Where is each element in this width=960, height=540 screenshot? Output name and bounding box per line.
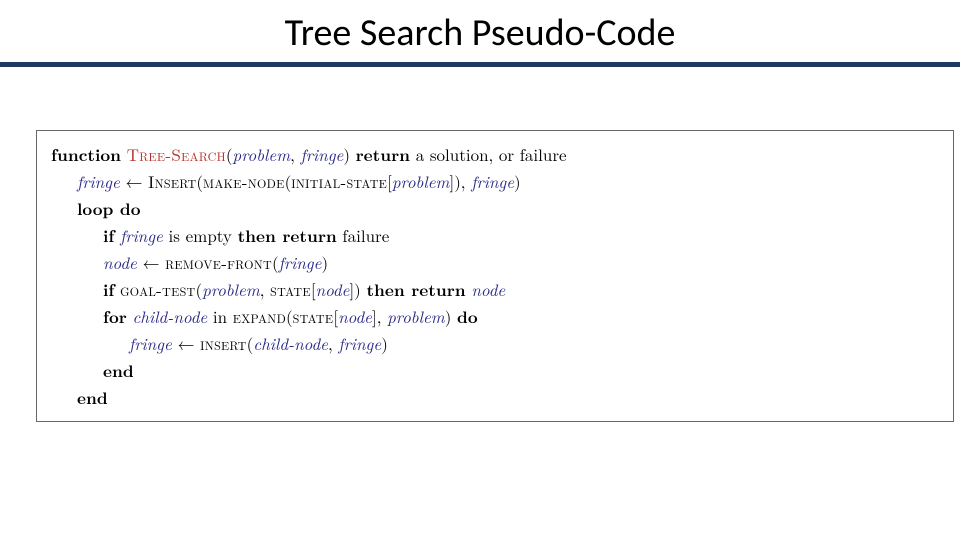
arrow: ← <box>137 250 165 274</box>
text: is empty <box>163 223 238 247</box>
keyword-end: end <box>103 359 134 383</box>
var: fringe <box>279 250 322 274</box>
text: in <box>207 304 233 328</box>
paren: ( <box>286 304 293 328</box>
paren: ) <box>514 169 521 193</box>
code-line: if goal-test(problem, state[node]) then … <box>51 276 939 303</box>
comma: , <box>290 142 300 166</box>
smallcaps: remove-front <box>165 250 272 274</box>
smallcaps: state <box>293 304 334 328</box>
var: node <box>471 277 505 301</box>
code-line: loop do <box>51 195 939 222</box>
keyword-loop: loop do <box>77 197 141 221</box>
paren: ) <box>445 304 457 328</box>
comma: , <box>328 331 338 355</box>
pseudocode-box: function Tree-Search(problem, fringe) re… <box>36 130 954 422</box>
paren: ( <box>226 142 233 166</box>
slide-title: Tree Search Pseudo-Code <box>0 0 960 56</box>
code-line: if fringe is empty then return failure <box>51 222 939 249</box>
comma: , <box>260 277 270 301</box>
var: fringe <box>120 223 163 247</box>
code-line: fringe ← insert(child-node, fringe) <box>51 330 939 356</box>
code-line: end <box>51 384 939 411</box>
var: problem <box>202 277 260 301</box>
code-line: node ← remove-front(fringe) <box>51 249 939 275</box>
text: failure <box>337 223 389 247</box>
paren: ) <box>321 250 328 274</box>
var: fringe <box>77 169 120 193</box>
keyword-function: function <box>51 143 121 167</box>
smallcaps: insert <box>200 331 246 355</box>
keyword-for: for <box>103 305 127 329</box>
smallcaps: Insert <box>148 169 196 193</box>
slide: Tree Search Pseudo-Code function Tree-Se… <box>0 0 960 540</box>
smallcaps: initial-state <box>291 169 387 193</box>
bracket: ]) <box>349 277 366 301</box>
code-line: fringe ← Insert(make-node(initial-state[… <box>51 168 939 194</box>
paren: ) <box>343 142 355 166</box>
var: child-node <box>253 331 328 355</box>
func-name: Tree-Search <box>127 142 226 166</box>
param: problem <box>233 142 291 166</box>
smallcaps: goal-test <box>120 277 195 301</box>
bracket: ], <box>372 304 387 328</box>
smallcaps: make-node <box>203 169 285 193</box>
arrow: ← <box>172 331 200 355</box>
var: node <box>103 250 137 274</box>
keyword-do: do <box>457 305 478 329</box>
param: fringe <box>301 142 344 166</box>
var: fringe <box>471 169 514 193</box>
code-line: end <box>51 357 939 384</box>
paren: ( <box>272 250 279 274</box>
paren: ) <box>381 331 388 355</box>
title-underline <box>0 62 960 67</box>
text: a solution, or failure <box>410 142 567 166</box>
keyword-then-return: then return <box>366 278 465 302</box>
keyword-if: if <box>103 224 114 248</box>
keyword-if: if <box>103 278 114 302</box>
smallcaps: expand <box>233 304 286 328</box>
keyword-end: end <box>77 386 108 410</box>
var: problem <box>387 304 445 328</box>
var: fringe <box>129 331 172 355</box>
var: node <box>316 277 350 301</box>
bracket: ]), <box>449 169 471 193</box>
keyword-return: return <box>356 143 410 167</box>
code-line: for child-node in expand(state[node], pr… <box>51 303 939 330</box>
arrow: ← <box>120 169 148 193</box>
var: child-node <box>132 304 207 328</box>
var: node <box>338 304 372 328</box>
var: problem <box>392 169 450 193</box>
smallcaps: state <box>270 277 311 301</box>
keyword-then-return: then return <box>238 224 337 248</box>
var: fringe <box>338 331 381 355</box>
code-line: function Tree-Search(problem, fringe) re… <box>51 141 939 168</box>
